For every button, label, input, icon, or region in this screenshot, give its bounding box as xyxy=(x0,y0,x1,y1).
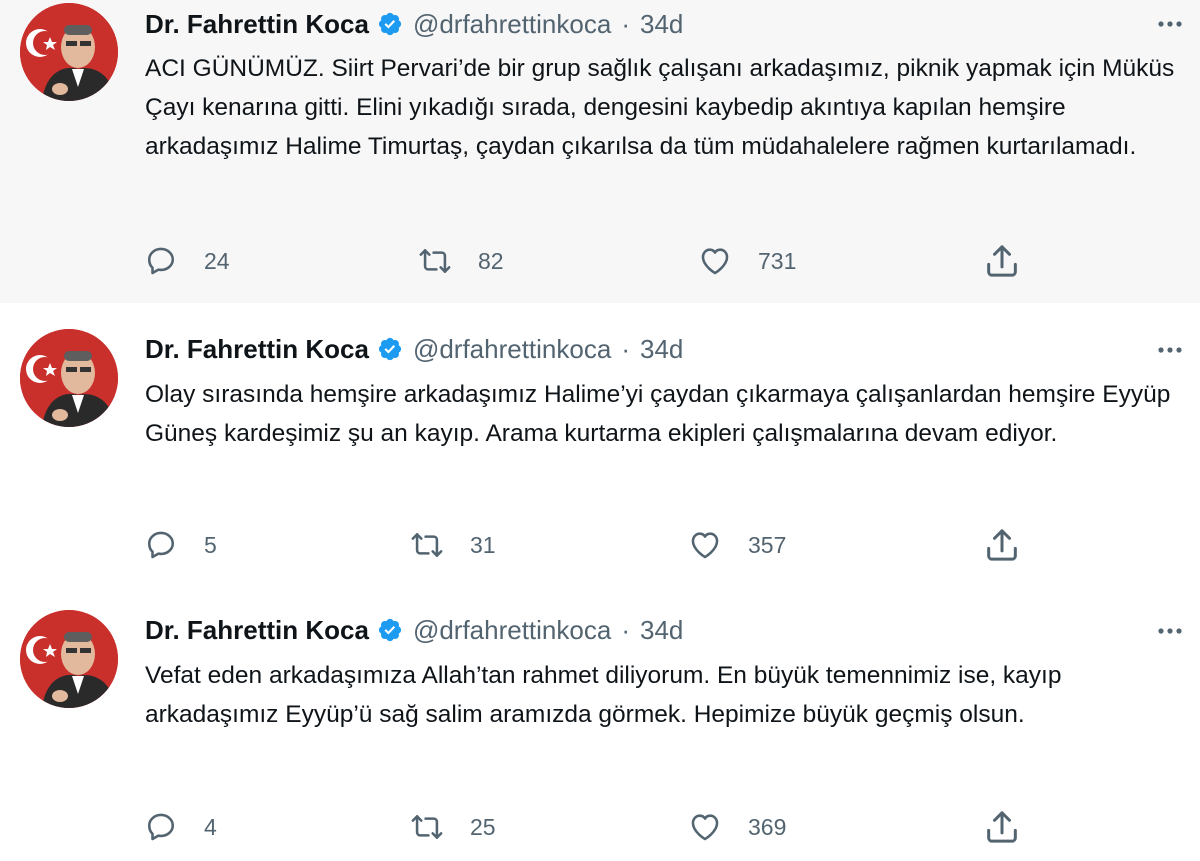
avatar[interactable] xyxy=(20,329,118,427)
reply-icon xyxy=(144,244,178,278)
tweet-actions: 24 82 731 xyxy=(0,241,1200,281)
author-name[interactable]: Dr. Fahrettin Koca xyxy=(145,615,369,646)
like-count: 731 xyxy=(758,247,797,274)
tweet-timestamp[interactable]: 34d xyxy=(640,615,683,646)
retweet-count: 82 xyxy=(478,247,504,274)
separator-dot: · xyxy=(621,8,630,39)
separator-dot: · xyxy=(621,333,630,364)
tweet-text: Olay sırasında hemşire arkadaşımız Halim… xyxy=(145,381,1171,447)
more-icon[interactable] xyxy=(1152,6,1188,42)
retweet-button[interactable]: 25 xyxy=(410,807,496,847)
reply-count: 4 xyxy=(204,813,217,840)
retweet-icon xyxy=(418,244,452,278)
reply-button[interactable]: 4 xyxy=(144,807,217,847)
verified-badge-icon xyxy=(377,617,403,643)
heart-icon xyxy=(688,810,722,844)
tweet-timestamp[interactable]: 34d xyxy=(640,9,683,40)
share-icon[interactable] xyxy=(982,525,1022,565)
tweet-2[interactable]: Dr. Fahrettin Koca @drfahrettinkoca · 34… xyxy=(0,303,1200,586)
tweet-timestamp[interactable]: 34d xyxy=(640,334,683,365)
tweet-text: Vefat eden arkadaşımıza Allah’tan rahmet… xyxy=(145,662,1062,728)
tweet-1[interactable]: Dr. Fahrettin Koca @drfahrettinkoca · 34… xyxy=(0,0,1200,303)
separator-dot: · xyxy=(621,614,630,645)
like-count: 369 xyxy=(748,813,787,840)
reply-button[interactable]: 24 xyxy=(144,241,230,281)
retweet-button[interactable]: 31 xyxy=(410,525,496,565)
share-icon[interactable] xyxy=(982,241,1022,281)
tweet-header: Dr. Fahrettin Koca @drfahrettinkoca · 34… xyxy=(145,329,683,369)
author-name[interactable]: Dr. Fahrettin Koca xyxy=(145,334,369,365)
tweet-actions: 4 25 369 xyxy=(0,807,1200,847)
heart-icon xyxy=(688,528,722,562)
retweet-icon xyxy=(410,528,444,562)
more-icon[interactable] xyxy=(1152,332,1188,368)
reply-count: 5 xyxy=(204,531,217,558)
reply-icon xyxy=(144,528,178,562)
author-handle[interactable]: @drfahrettinkoca xyxy=(413,615,611,646)
tweet-header: Dr. Fahrettin Koca @drfahrettinkoca · 34… xyxy=(145,4,683,44)
reply-icon xyxy=(144,810,178,844)
author-name[interactable]: Dr. Fahrettin Koca xyxy=(145,9,369,40)
author-handle[interactable]: @drfahrettinkoca xyxy=(413,9,611,40)
avatar[interactable] xyxy=(20,610,118,708)
retweet-icon xyxy=(410,810,444,844)
like-button[interactable]: 357 xyxy=(688,525,786,565)
like-count: 357 xyxy=(748,531,787,558)
tweet-text: ACI GÜNÜMÜZ. Siirt Pervari’de bir grup s… xyxy=(145,55,1175,160)
verified-badge-icon xyxy=(377,336,403,362)
share-icon[interactable] xyxy=(982,807,1022,847)
verified-badge-icon xyxy=(377,11,403,37)
like-button[interactable]: 369 xyxy=(688,807,786,847)
tweet-header: Dr. Fahrettin Koca @drfahrettinkoca · 34… xyxy=(145,610,683,650)
more-icon[interactable] xyxy=(1152,613,1188,649)
reply-count: 24 xyxy=(204,247,230,274)
retweet-count: 25 xyxy=(470,813,496,840)
tweet-actions: 5 31 357 xyxy=(0,525,1200,565)
retweet-button[interactable]: 82 xyxy=(418,241,504,281)
avatar[interactable] xyxy=(20,3,118,101)
retweet-count: 31 xyxy=(470,531,496,558)
tweet-3[interactable]: Dr. Fahrettin Koca @drfahrettinkoca · 34… xyxy=(0,586,1200,861)
heart-icon xyxy=(698,244,732,278)
like-button[interactable]: 731 xyxy=(698,241,796,281)
author-handle[interactable]: @drfahrettinkoca xyxy=(413,334,611,365)
reply-button[interactable]: 5 xyxy=(144,525,217,565)
